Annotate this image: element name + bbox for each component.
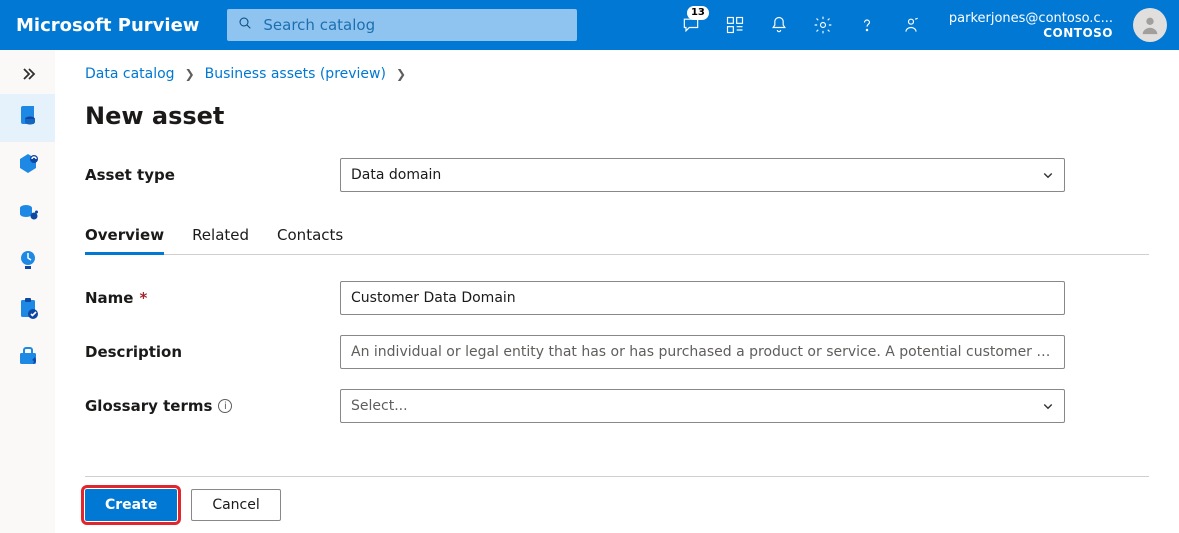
- main-content: Data catalog ❯ Business assets (preview)…: [55, 50, 1179, 533]
- chevron-down-icon: [1042, 169, 1054, 181]
- name-label: Name*: [85, 289, 340, 307]
- chevron-right-icon: ❯: [185, 67, 195, 81]
- nav-data-share[interactable]: [0, 190, 55, 238]
- notifications-button[interactable]: [757, 0, 801, 50]
- chevron-right-icon: ❯: [396, 67, 406, 81]
- name-input[interactable]: Customer Data Domain: [340, 281, 1065, 315]
- chevron-down-icon: [1042, 400, 1054, 412]
- info-icon[interactable]: i: [218, 399, 232, 413]
- required-indicator: *: [139, 289, 147, 307]
- crumb-data-catalog[interactable]: Data catalog: [85, 66, 175, 82]
- cancel-button[interactable]: Cancel: [191, 489, 280, 521]
- notification-badge: 13: [687, 6, 709, 20]
- lightbulb-icon: [16, 248, 40, 276]
- description-label: Description: [85, 343, 340, 361]
- share-icon: [16, 200, 40, 228]
- user-info[interactable]: parkerjones@contoso.c... CONTOSO: [943, 11, 1119, 40]
- book-icon: [16, 104, 40, 132]
- crumb-business-assets[interactable]: Business assets (preview): [205, 66, 386, 82]
- diagnostics-button[interactable]: [713, 0, 757, 50]
- search-box[interactable]: [227, 9, 577, 41]
- nav-policy[interactable]: [0, 286, 55, 334]
- tab-contacts[interactable]: Contacts: [277, 218, 343, 254]
- tab-overview[interactable]: Overview: [85, 218, 164, 254]
- nav-management[interactable]: [0, 334, 55, 382]
- asset-type-select[interactable]: Data domain: [340, 158, 1065, 192]
- settings-button[interactable]: [801, 0, 845, 50]
- breadcrumb: Data catalog ❯ Business assets (preview)…: [85, 66, 1149, 82]
- form-footer: Create Cancel: [85, 476, 1149, 533]
- feedback-button[interactable]: 13: [669, 0, 713, 50]
- user-tenant: CONTOSO: [1043, 26, 1113, 40]
- header-actions: 13: [669, 0, 933, 50]
- nav-data-catalog[interactable]: [0, 94, 55, 142]
- asset-type-value: Data domain: [351, 167, 441, 183]
- map-icon: [16, 152, 40, 180]
- app-header: Microsoft Purview 13 parkerjones@cont: [0, 0, 1179, 50]
- nav-data-map[interactable]: [0, 142, 55, 190]
- support-button[interactable]: [889, 0, 933, 50]
- nav-rail: [0, 50, 55, 533]
- avatar[interactable]: [1133, 8, 1167, 42]
- nav-expand-button[interactable]: [0, 54, 55, 94]
- page-title: New asset: [85, 102, 1149, 130]
- create-button[interactable]: Create: [85, 489, 177, 521]
- tab-bar: Overview Related Contacts: [85, 218, 1149, 255]
- glossary-terms-select[interactable]: Select...: [340, 389, 1065, 423]
- asset-type-label: Asset type: [85, 166, 340, 184]
- search-icon: [237, 15, 253, 35]
- tab-related[interactable]: Related: [192, 218, 249, 254]
- nav-insights[interactable]: [0, 238, 55, 286]
- user-email: parkerjones@contoso.c...: [949, 11, 1113, 26]
- clipboard-check-icon: [16, 296, 40, 324]
- glossary-placeholder: Select...: [351, 398, 408, 414]
- search-input[interactable]: [261, 15, 567, 35]
- help-button[interactable]: [845, 0, 889, 50]
- brand-title: Microsoft Purview: [8, 15, 207, 36]
- glossary-terms-label: Glossary terms i: [85, 397, 340, 415]
- description-input[interactable]: An individual or legal entity that has o…: [340, 335, 1065, 369]
- toolbox-icon: [16, 344, 40, 372]
